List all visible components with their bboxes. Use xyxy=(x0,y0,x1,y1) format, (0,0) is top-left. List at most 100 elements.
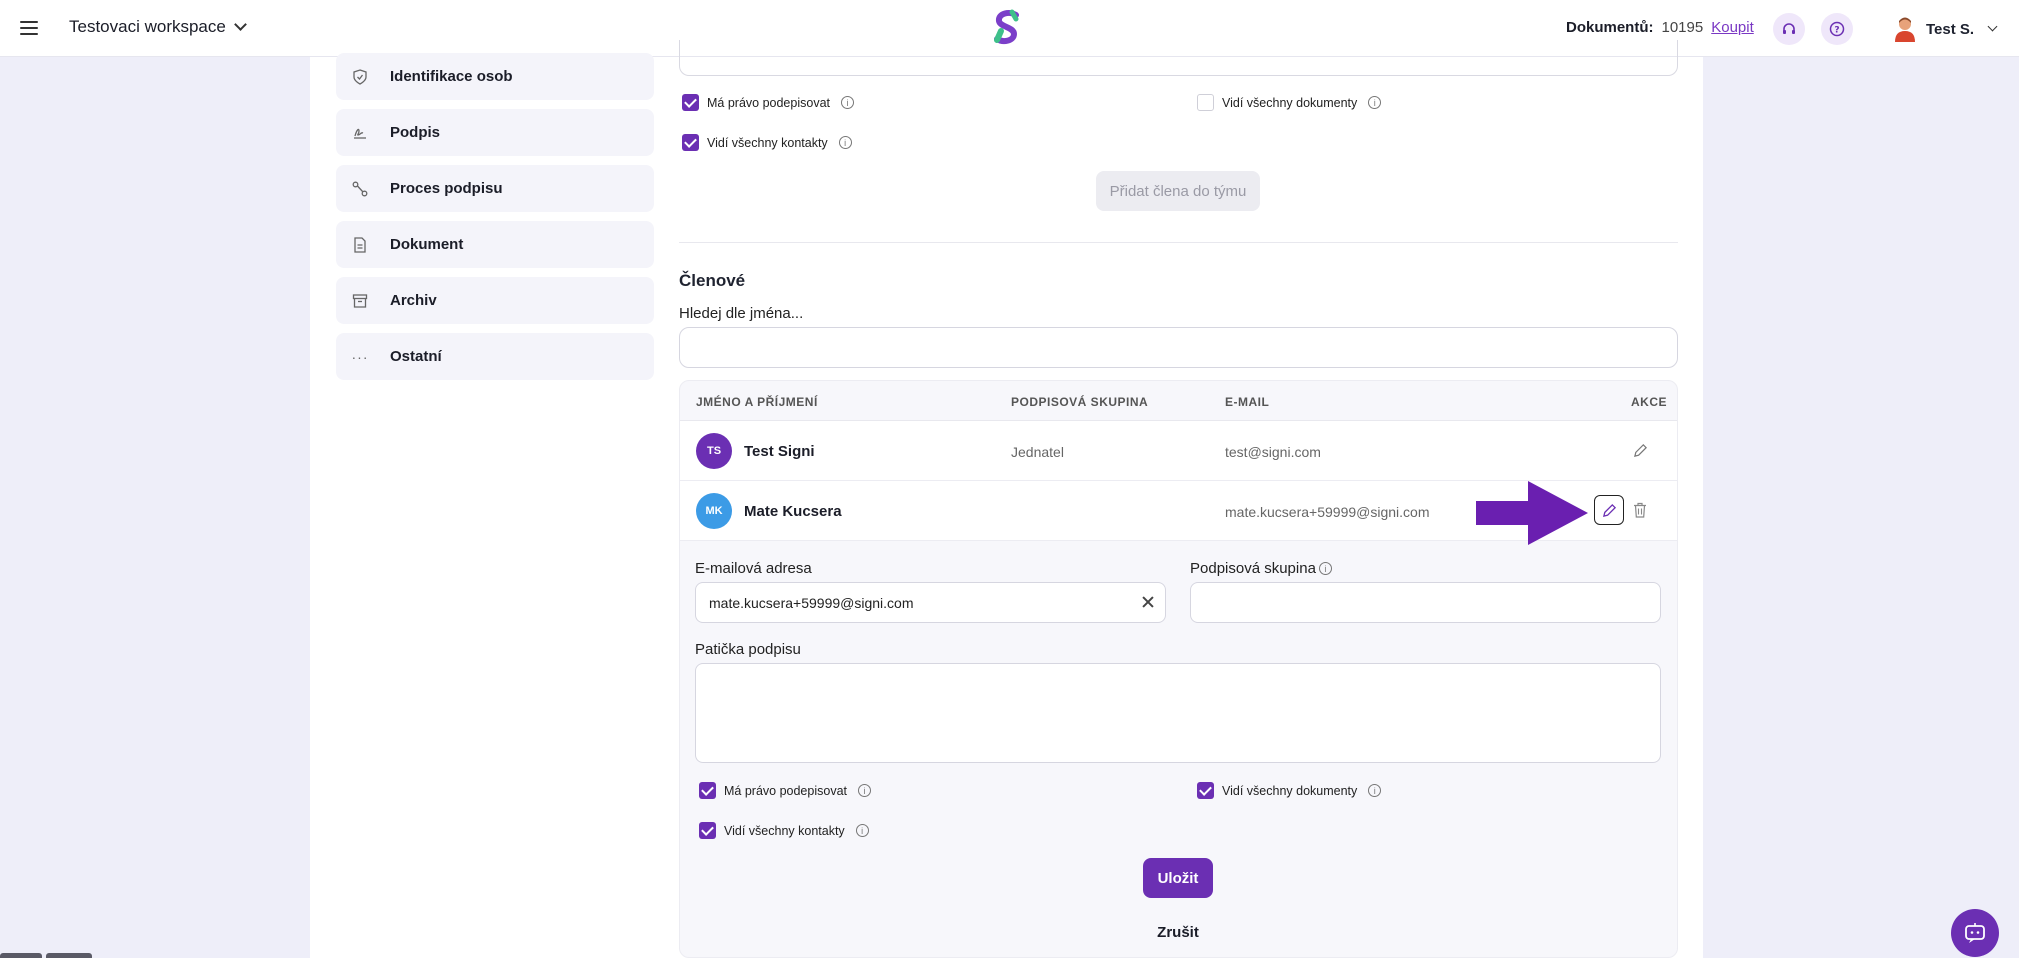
checkbox-checked[interactable] xyxy=(682,134,699,151)
save-button[interactable]: Uložit xyxy=(1143,858,1213,898)
add-member-button[interactable]: Přidat člena do týmu xyxy=(1096,171,1260,211)
info-icon[interactable]: i xyxy=(841,96,854,109)
members-title: Členové xyxy=(679,271,746,290)
support-button[interactable] xyxy=(1773,13,1805,45)
info-icon[interactable]: i xyxy=(1368,784,1382,797)
checkbox-can-sign[interactable]: Má právo podepisovat i xyxy=(682,94,854,111)
trash-icon xyxy=(1634,502,1646,518)
checkbox-see-all-documents[interactable]: Vidí všechny dokumenty i xyxy=(1197,94,1382,111)
member-name: Mate Kucsera xyxy=(744,503,842,520)
info-icon[interactable]: i xyxy=(838,136,852,149)
signature-footer-textarea[interactable] xyxy=(695,663,1661,763)
edit-checkbox-see-all-contacts[interactable]: Vidí všechny kontakty i xyxy=(699,822,869,839)
column-header-email: E-MAIL xyxy=(1225,395,1270,409)
checkbox-label: Vidí všechny kontakty xyxy=(724,823,845,838)
checkbox-label: Vidí všechny dokumenty xyxy=(1222,95,1358,110)
checkbox-checked[interactable] xyxy=(699,822,716,839)
checkbox-label: Má právo podepisovat xyxy=(707,95,830,110)
edit-checkbox-see-all-documents[interactable]: Vidí všechny dokumenty i xyxy=(1197,782,1382,799)
checkbox-unchecked[interactable] xyxy=(1197,94,1214,111)
workspace-name: Testovaci workspace xyxy=(69,17,226,36)
avatar: MK xyxy=(696,493,732,529)
chat-bot-icon xyxy=(1965,923,1985,943)
documents-label: Dokumentů: xyxy=(1566,19,1654,36)
edit-button-active[interactable] xyxy=(1594,495,1624,525)
edit-checkbox-can-sign[interactable]: Má právo podepisovat i xyxy=(699,782,871,799)
sidebar-item-label: Podpis xyxy=(390,124,441,141)
member-email: mate.kucsera+59999@signi.com xyxy=(1225,504,1430,520)
search-input[interactable] xyxy=(679,327,1678,368)
search-label: Hledej dle jména... xyxy=(679,305,804,322)
email-label: E-mailová adresa xyxy=(695,560,812,577)
divider xyxy=(679,242,1678,243)
delete-button[interactable] xyxy=(1631,501,1649,519)
info-icon[interactable]: i xyxy=(1368,96,1382,109)
document-icon xyxy=(352,236,368,253)
sidebar-item-label: Archiv xyxy=(390,292,437,309)
table-row: TS Test Signi Jednatel test@signi.com xyxy=(680,421,1677,481)
sidebar-item-label: Ostatní xyxy=(390,348,442,365)
footer-label: Patička podpisu xyxy=(695,641,801,658)
help-button[interactable]: ? xyxy=(1821,13,1853,45)
flow-icon xyxy=(352,181,368,197)
group-label-wrap: Podpisová skupina i xyxy=(1190,560,1332,577)
signature-icon xyxy=(352,125,368,141)
annotation-arrow-icon xyxy=(1476,481,1588,545)
documents-counter: Dokumentů: 10195 Koupit xyxy=(1566,19,1754,36)
column-header-actions: AKCE xyxy=(1631,395,1668,409)
checkbox-checked[interactable] xyxy=(1197,782,1214,799)
sidebar-item-identification[interactable]: Identifikace osob xyxy=(336,53,654,100)
info-icon[interactable]: i xyxy=(858,784,871,797)
member-group: Jednatel xyxy=(1011,444,1064,460)
buy-link[interactable]: Koupit xyxy=(1711,19,1754,36)
sidebar-item-label: Proces podpisu xyxy=(390,180,503,197)
clear-icon[interactable] xyxy=(1141,595,1155,609)
member-name: Test Signi xyxy=(744,443,815,460)
workspace-switcher[interactable]: Testovaci workspace xyxy=(69,17,247,37)
archive-icon xyxy=(352,293,368,309)
sidebar-item-archive[interactable]: Archiv xyxy=(336,277,654,324)
sidebar-item-label: Dokument xyxy=(390,236,464,253)
user-menu[interactable]: Test S. xyxy=(1893,16,1998,42)
sidebar-item-signature[interactable]: Podpis xyxy=(336,109,654,156)
sidebar-item-other[interactable]: ··· Ostatní xyxy=(336,333,654,380)
checkbox-label: Vidí všechny kontakty xyxy=(707,135,828,150)
table-header: JMÉNO A PŘÍJMENÍ PODPISOVÁ SKUPINA E-MAI… xyxy=(680,381,1677,421)
signature-group-field[interactable] xyxy=(1190,582,1661,623)
column-header-name: JMÉNO A PŘÍJMENÍ xyxy=(696,395,818,409)
svg-text:?: ? xyxy=(1834,26,1839,36)
chevron-down-icon xyxy=(1987,21,1998,32)
add-member-field[interactable] xyxy=(679,40,1678,76)
shield-icon xyxy=(352,68,368,85)
sidebar-item-signing-process[interactable]: Proces podpisu xyxy=(336,165,654,212)
bottom-tab[interactable] xyxy=(46,953,92,958)
headset-icon xyxy=(1783,23,1795,34)
bottom-tab[interactable] xyxy=(0,953,42,958)
checkbox-label: Vidí všechny dokumenty xyxy=(1222,783,1358,798)
sidebar-item-document[interactable]: Dokument xyxy=(336,221,654,268)
checkbox-checked[interactable] xyxy=(682,94,699,111)
pencil-icon xyxy=(1633,443,1647,457)
more-icon: ··· xyxy=(351,348,369,365)
info-icon[interactable]: i xyxy=(855,824,869,837)
email-value: mate.kucsera+59999@signi.com xyxy=(709,594,914,611)
menu-icon[interactable] xyxy=(20,17,38,39)
column-header-group: PODPISOVÁ SKUPINA xyxy=(1011,395,1149,409)
sidebar-item-label: Identifikace osob xyxy=(390,68,513,85)
checkbox-checked[interactable] xyxy=(699,782,716,799)
chat-button[interactable] xyxy=(1951,909,1999,957)
avatar: TS xyxy=(696,433,732,469)
documents-count: 10195 xyxy=(1661,19,1704,36)
member-email: test@signi.com xyxy=(1225,444,1321,460)
info-icon[interactable]: i xyxy=(1318,562,1332,575)
user-avatar-icon xyxy=(1895,17,1915,42)
cancel-button[interactable]: Zrušit xyxy=(1140,924,1216,941)
pencil-icon xyxy=(1602,503,1616,517)
question-icon: ? xyxy=(1829,21,1845,37)
chevron-down-icon xyxy=(233,18,247,31)
checkbox-see-all-contacts[interactable]: Vidí všechny kontakty i xyxy=(682,134,852,151)
edit-button[interactable] xyxy=(1631,441,1649,459)
group-label: Podpisová skupina xyxy=(1190,560,1316,577)
user-name: Test S. xyxy=(1926,20,1975,38)
email-field[interactable]: mate.kucsera+59999@signi.com xyxy=(695,582,1166,623)
